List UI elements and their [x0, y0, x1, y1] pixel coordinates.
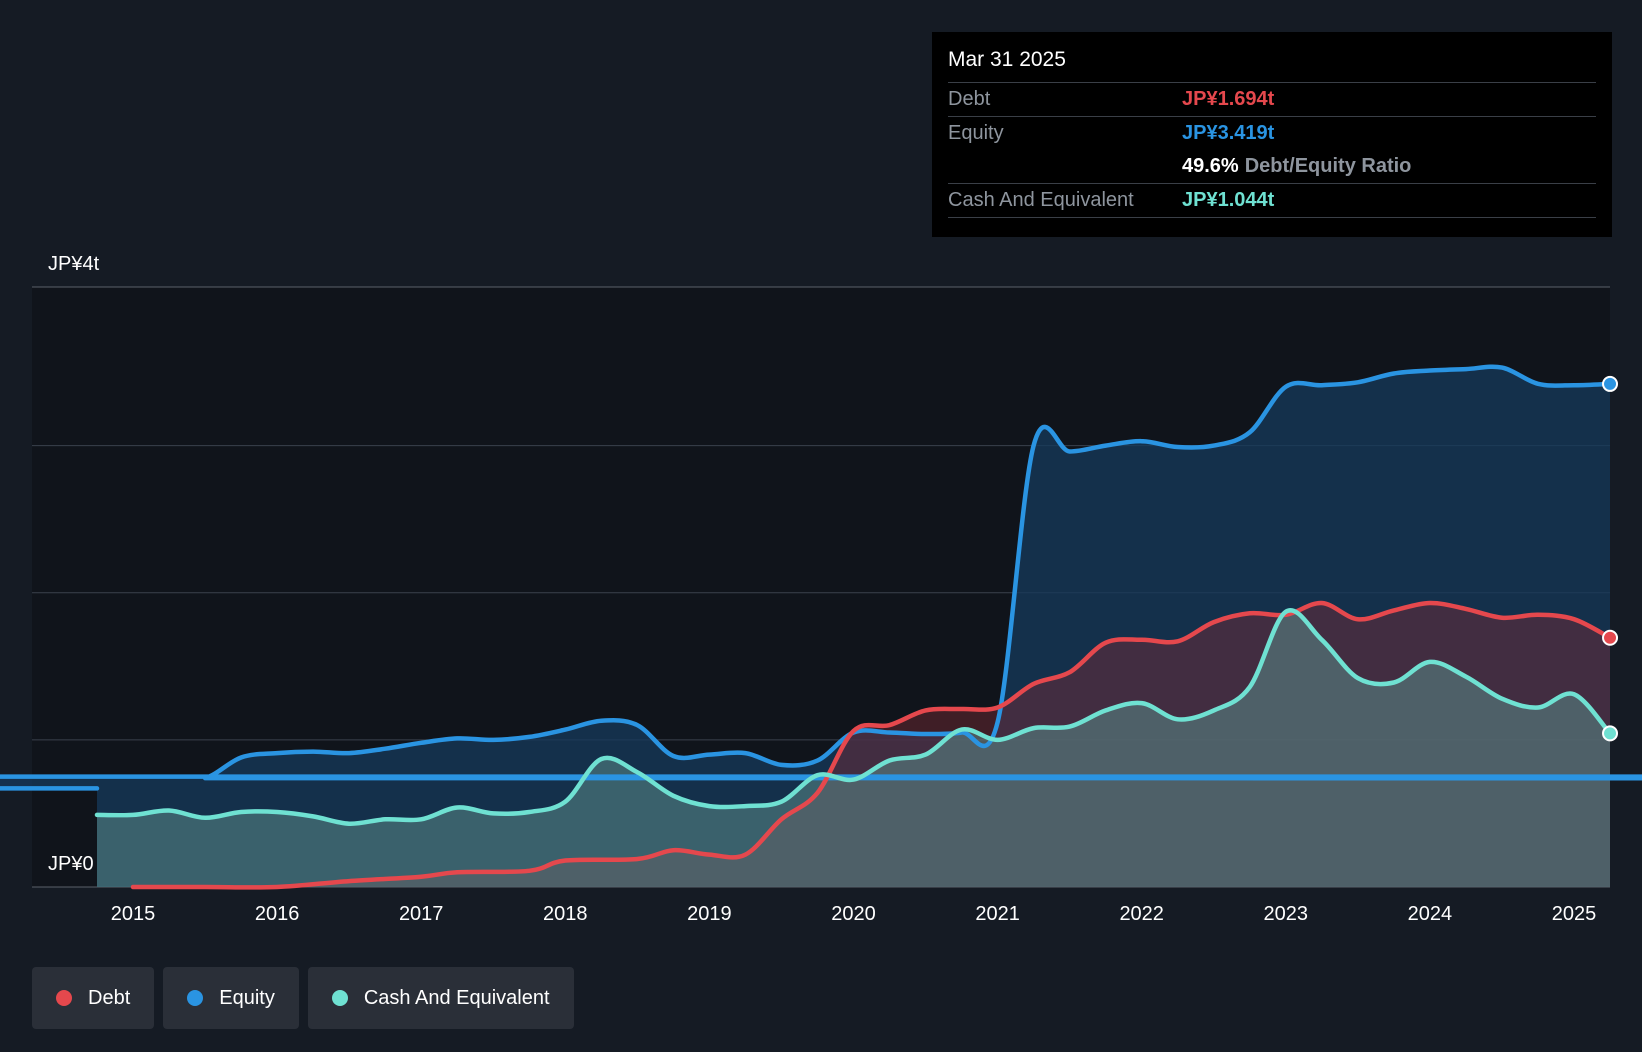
- y-axis-bottom-label: JP¥0: [48, 853, 94, 875]
- legend-label-debt: Debt: [88, 986, 131, 1009]
- legend-item-debt[interactable]: Debt: [32, 967, 155, 1029]
- x-tick-label-2022: 2022: [1119, 903, 1164, 925]
- legend-item-cash[interactable]: Cash And Equivalent: [307, 967, 574, 1029]
- cash-dot-icon: [331, 990, 348, 1006]
- tooltip-panel: Mar 31 2025 Debt JP¥1.694t Equity JP¥3.4…: [932, 32, 1612, 237]
- tooltip-cash-row: Cash And Equivalent JP¥1.044t: [948, 183, 1596, 218]
- cash-end-marker: [1602, 725, 1619, 742]
- tooltip-debt-row: Debt JP¥1.694t: [948, 82, 1596, 116]
- tooltip-equity-row: Equity JP¥3.419t: [948, 116, 1596, 150]
- legend-label-equity: Equity: [219, 986, 275, 1009]
- x-tick-label-2020: 2020: [831, 903, 876, 925]
- tooltip-equity-value: JP¥3.419t: [1182, 122, 1275, 144]
- chart-legend: Debt Equity Cash And Equivalent: [32, 967, 574, 1029]
- debt-dot-icon: [56, 990, 72, 1006]
- x-tick-label-2017: 2017: [399, 903, 444, 925]
- legend-label-cash: Cash And Equivalent: [363, 986, 550, 1009]
- axes: 2015 2016 2017 2018 2019 2020 2021 2022 2023 2024…: [111, 903, 1597, 925]
- tooltip-cash-value: JP¥1.044t: [1182, 189, 1275, 211]
- legend-item-equity[interactable]: Equity: [163, 967, 299, 1029]
- x-tick-label-2025: 2025: [1552, 903, 1597, 925]
- tooltip-ratio-label: Debt/Equity Ratio: [1244, 155, 1412, 177]
- tooltip-debt-label: Debt: [948, 88, 991, 110]
- tooltip-equity-label: Equity: [948, 122, 1004, 144]
- equity-end-marker: [1602, 375, 1619, 392]
- tooltip-debt-value: JP¥1.694t: [1182, 88, 1275, 110]
- x-tick-label-2019: 2019: [687, 903, 732, 925]
- x-tick-label-2016: 2016: [255, 903, 300, 925]
- x-tick-label-2024: 2024: [1408, 903, 1453, 925]
- tooltip-cash-label: Cash And Equivalent: [948, 189, 1134, 211]
- tooltip-ratio-row: 49.6% Debt/Equity Ratio: [948, 150, 1596, 183]
- tooltip-ratio-value: 49.6%: [1182, 155, 1239, 177]
- x-tick-label-2021: 2021: [975, 903, 1020, 925]
- x-tick-label-2023: 2023: [1264, 903, 1309, 925]
- x-tick-label-2018: 2018: [543, 903, 588, 925]
- y-axis-top-label: JP¥4t: [48, 253, 100, 275]
- equity-dot-icon: [187, 990, 204, 1006]
- x-tick-label-2015: 2015: [111, 903, 156, 925]
- debt-end-marker: [1602, 629, 1619, 646]
- tooltip-date: Mar 31 2025: [948, 48, 1066, 71]
